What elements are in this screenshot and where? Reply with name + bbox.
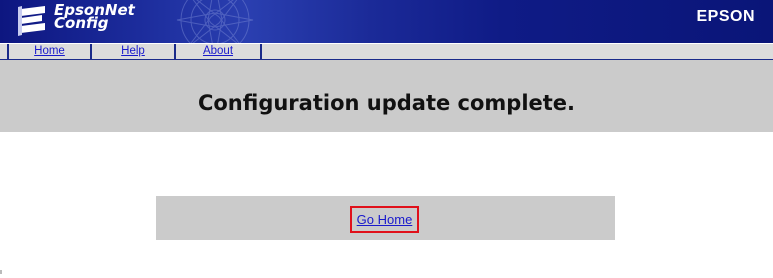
nav-item-help: Help <box>92 44 176 59</box>
go-home-highlight: Go Home <box>350 206 419 233</box>
nav-item-home: Home <box>7 44 92 59</box>
nav-link-home[interactable]: Home <box>34 45 65 57</box>
compass-watermark-icon <box>176 0 254 43</box>
nav-link-help[interactable]: Help <box>121 45 145 57</box>
epson-brand: EPSON <box>696 8 755 25</box>
nav-bar: Home Help About <box>0 43 773 61</box>
page-title: Configuration update complete. <box>197 91 576 115</box>
nav-item-about: About <box>176 44 262 59</box>
nav-link-about[interactable]: About <box>203 45 233 57</box>
corner-divider <box>0 270 2 274</box>
app-header: EpsonNet Config EPSON <box>0 0 773 43</box>
go-home-link[interactable]: Go Home <box>357 212 413 227</box>
app-logo-text: EpsonNet Config <box>54 3 135 31</box>
epson-logo-icon <box>18 6 45 36</box>
